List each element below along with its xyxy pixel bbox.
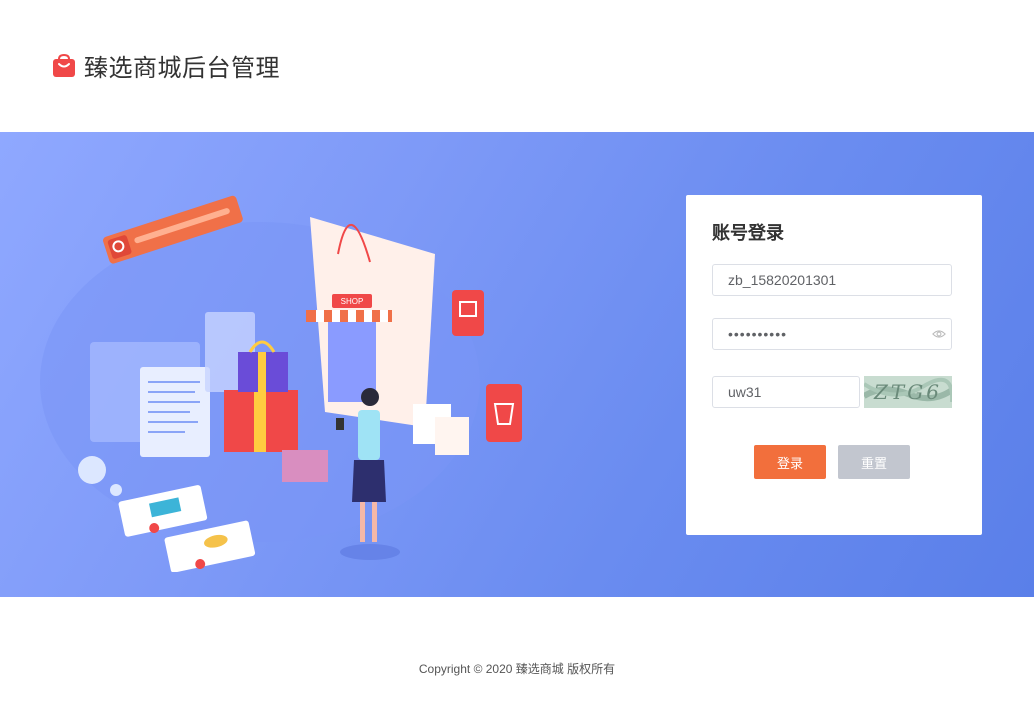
app-title: 臻选商城后台管理 bbox=[84, 55, 280, 82]
woman-body bbox=[358, 410, 380, 460]
username-input[interactable] bbox=[712, 264, 952, 296]
bubble-large bbox=[78, 456, 106, 484]
captcha-text: ZTG6 bbox=[873, 380, 942, 404]
gift-box-pink bbox=[282, 450, 328, 482]
captcha-input[interactable] bbox=[712, 376, 860, 408]
woman-leg-right bbox=[372, 502, 377, 542]
bubble-small bbox=[110, 484, 122, 496]
password-input[interactable] bbox=[712, 318, 952, 350]
brand-logo: 臻选商城后台管理 bbox=[52, 48, 280, 83]
illustration-floor-shadow bbox=[340, 544, 400, 560]
footer-copyright: Copyright © 2020 臻选商城 版权所有 bbox=[418, 662, 616, 676]
woman-leg-left bbox=[360, 502, 365, 542]
login-card: 账号登录 ZTG6 登录 重置 bbox=[686, 195, 982, 535]
login-title: 账号登录 bbox=[712, 223, 784, 243]
reset-button[interactable]: 重置 bbox=[838, 445, 910, 479]
shopping-illustration: SHOP bbox=[40, 195, 522, 572]
bag-icon-tile bbox=[486, 384, 522, 442]
shopping-bag-icon bbox=[53, 53, 75, 77]
small-bag-2 bbox=[435, 417, 469, 455]
woman-skirt bbox=[352, 460, 386, 502]
gift-ribbon-top bbox=[258, 352, 266, 392]
shop-awning bbox=[306, 310, 392, 322]
woman-phone bbox=[336, 418, 344, 430]
login-button[interactable]: 登录 bbox=[754, 445, 826, 479]
eye-icon[interactable] bbox=[932, 327, 946, 341]
captcha-image[interactable]: ZTG6 bbox=[864, 376, 952, 408]
shop-sign: SHOP bbox=[341, 297, 364, 306]
gift-icon-tile bbox=[452, 290, 484, 336]
gift-ribbon-large bbox=[254, 390, 266, 452]
page-header: 臻选商城后台管理 bbox=[0, 0, 1034, 132]
woman-head bbox=[361, 388, 379, 406]
